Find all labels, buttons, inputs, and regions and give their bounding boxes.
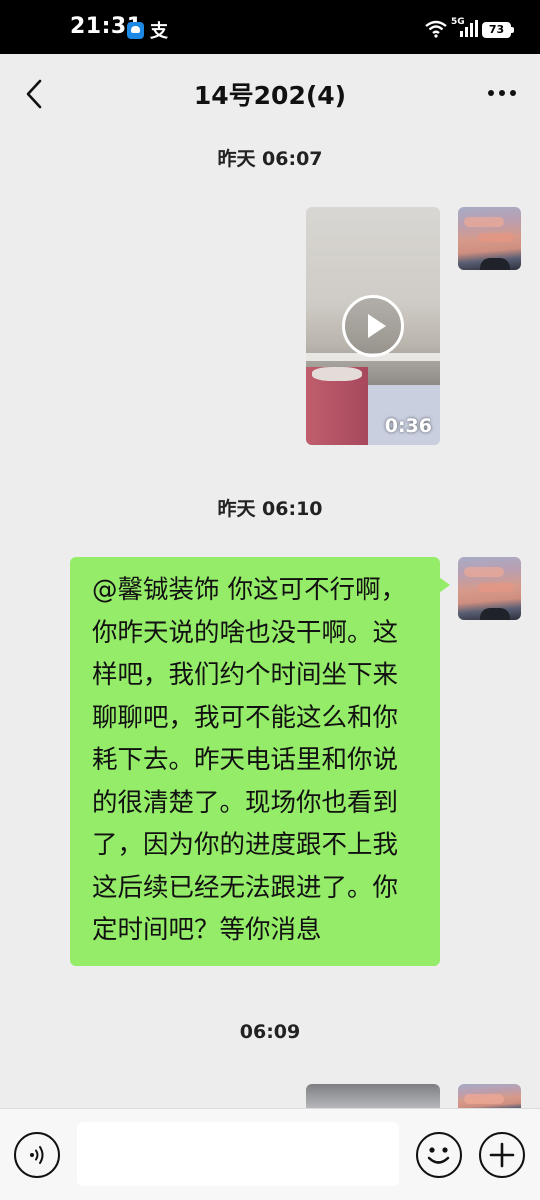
avatar[interactable] [458,557,521,620]
emoji-icon [427,1147,450,1164]
voice-button[interactable] [14,1132,60,1178]
video-duration: 0:36 [384,415,432,437]
signal-icon [460,20,478,37]
chat-title: 14号202(4) [193,81,347,110]
wifi-icon [425,20,447,38]
battery-icon: 73 [482,22,514,38]
video-message[interactable]: 0:36 [306,207,440,445]
plus-icon [489,1142,515,1168]
message-timestamp: 昨天 06:10 [217,498,323,520]
play-icon[interactable] [342,295,404,357]
message-timestamp: 06:09 [239,1021,301,1043]
voice-icon [30,1146,44,1164]
text-message-bubble[interactable]: @馨铖装饰 你这可不行啊，你昨天说的啥也没干啊。这样吧，我们约个时间坐下来聊聊吧… [70,557,450,966]
avatar[interactable] [458,207,521,270]
plus-button[interactable] [479,1132,525,1178]
message-input[interactable] [77,1122,399,1186]
input-bar [0,1108,540,1200]
chat-header: 14号202(4) [0,54,540,132]
notification-app-icon [127,22,144,39]
more-button[interactable] [482,78,522,108]
status-bar: 21:31 支 5G 73 [0,0,540,54]
more-dots-icon [488,90,516,96]
message-timestamp: 昨天 06:07 [217,148,323,170]
alipay-icon: 支 [150,21,168,42]
video-thumbnail-detail [306,367,368,445]
emoji-button[interactable] [416,1132,462,1178]
